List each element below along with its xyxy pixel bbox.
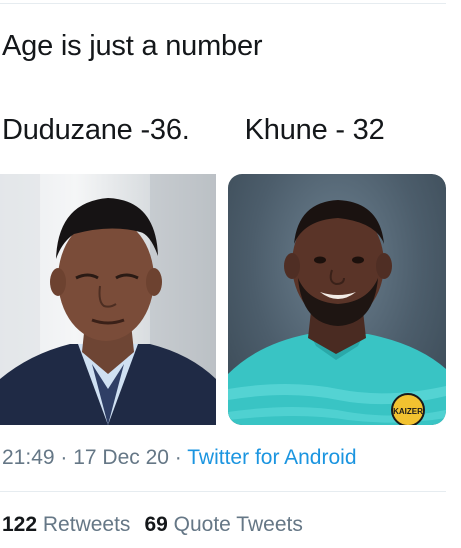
tweet-meta: 21:49 · 17 Dec 20 · Twitter for Android bbox=[2, 444, 357, 472]
media-image-1[interactable] bbox=[0, 174, 216, 425]
retweets-count: 122 bbox=[2, 513, 38, 536]
quote-tweets-label: Quote Tweets bbox=[173, 513, 303, 536]
club-badge-text: KAIZER bbox=[393, 407, 423, 416]
tweet-text-line-2: Duduzane -36. Khune - 32 bbox=[2, 114, 385, 146]
tweet-text-line-1: Age is just a number bbox=[2, 30, 263, 62]
tweet-date: 17 Dec 20 bbox=[73, 446, 169, 469]
media-image-2[interactable]: KAIZER bbox=[228, 174, 446, 425]
retweets-stat[interactable]: 122 Retweets bbox=[2, 513, 130, 536]
tweet-media[interactable]: KAIZER bbox=[0, 174, 446, 425]
stats-divider bbox=[0, 491, 446, 492]
person-photo-icon: KAIZER bbox=[228, 200, 446, 425]
meta-separator: · bbox=[168, 446, 188, 469]
quote-tweets-count: 69 bbox=[144, 513, 168, 536]
retweets-label: Retweets bbox=[42, 513, 131, 536]
tweet-stats: 122 Retweets 69 Quote Tweets bbox=[2, 511, 303, 539]
person-photo-icon bbox=[0, 174, 216, 425]
top-divider bbox=[0, 3, 446, 4]
tweet-time: 21:49 bbox=[2, 446, 55, 469]
quote-tweets-stat[interactable]: 69 Quote Tweets bbox=[144, 513, 302, 536]
tweet-source-link[interactable]: Twitter for Android bbox=[187, 446, 356, 469]
meta-separator: · bbox=[54, 446, 74, 469]
